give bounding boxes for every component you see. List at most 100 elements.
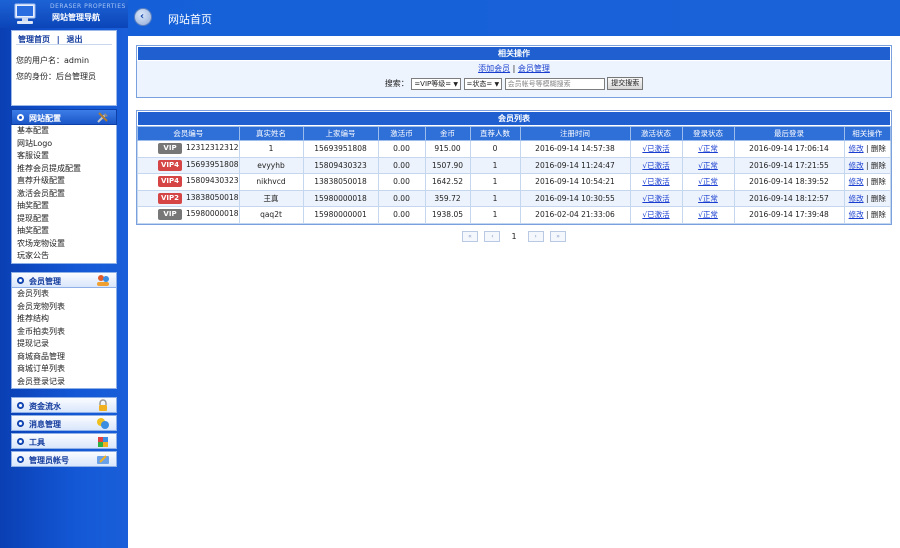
menu-item[interactable]: 商城订单列表 xyxy=(12,363,116,376)
menu-item[interactable]: 网站Logo xyxy=(12,138,116,151)
message-icon xyxy=(97,418,109,429)
dropdown-arrow-icon: ▼ xyxy=(453,80,458,88)
search-submit-button[interactable]: 提交搜索 xyxy=(607,77,644,90)
menu-item[interactable]: 提现配置 xyxy=(12,213,116,226)
login-status-link[interactable]: √正常 xyxy=(698,210,718,219)
delete-link[interactable]: 删除 xyxy=(871,210,886,219)
menu-header-member-manage[interactable]: 会员管理 xyxy=(11,272,117,288)
menu-item[interactable]: 金币拍卖列表 xyxy=(12,326,116,339)
pagination: « ‹ 1 › » xyxy=(136,231,892,242)
column-header: 真实姓名 xyxy=(238,126,304,141)
activation-status-link[interactable]: √已激活 xyxy=(642,194,669,203)
first-page-button[interactable]: « xyxy=(461,231,478,242)
direct-referrals-cell: 1 xyxy=(469,189,521,207)
edit-link[interactable]: 修改 xyxy=(849,210,864,219)
vip-badge: VIP4 xyxy=(158,176,182,188)
real-name-cell: qaq2t xyxy=(238,206,304,224)
activation-status-link[interactable]: √已激活 xyxy=(642,177,669,186)
menu-header-message[interactable]: 消息管理 xyxy=(11,415,117,431)
last-login-cell: 2016-09-14 18:39:52 xyxy=(733,173,845,191)
menu-item[interactable]: 会员列表 xyxy=(12,288,116,301)
menu-item[interactable]: 玩家公告 xyxy=(12,250,116,263)
login-status-link[interactable]: √正常 xyxy=(698,177,718,186)
member-id-cell: VIP4 15693951808 xyxy=(137,156,240,174)
menu-item[interactable]: 直荐升级配置 xyxy=(12,175,116,188)
column-header: 最后登录 xyxy=(733,126,845,141)
edit-link[interactable]: 修改 xyxy=(849,177,864,186)
register-time-cell: 2016-09-14 10:54:21 xyxy=(519,173,631,191)
next-page-button[interactable]: › xyxy=(527,231,544,242)
users-icon xyxy=(97,275,109,286)
menu-item[interactable]: 抽奖配置 xyxy=(12,225,116,238)
menu-item[interactable]: 激活会员配置 xyxy=(12,188,116,201)
actions-cell: 修改 | 删除 xyxy=(843,189,891,207)
gold-cell: 1938.05 xyxy=(424,206,471,224)
menu-header-admin-account[interactable]: 管理员帐号 xyxy=(11,451,117,467)
column-header: 激活币 xyxy=(377,126,426,141)
menu-header-site-config[interactable]: 网站配置 xyxy=(11,109,117,125)
real-name-cell: 王真 xyxy=(238,189,304,207)
activation-coin-cell: 0.00 xyxy=(377,189,426,207)
delete-link[interactable]: 删除 xyxy=(871,194,886,203)
menu-item[interactable]: 会员宠物列表 xyxy=(12,301,116,314)
login-status-link[interactable]: √正常 xyxy=(698,144,718,153)
add-member-link[interactable]: 添加会员 xyxy=(478,64,510,73)
delete-link[interactable]: 删除 xyxy=(871,161,886,170)
delete-link[interactable]: 删除 xyxy=(871,144,886,153)
activation-coin-cell: 0.00 xyxy=(377,206,426,224)
edit-link[interactable]: 修改 xyxy=(849,144,864,153)
gold-cell: 1642.52 xyxy=(424,173,471,191)
top-bar: ‹ 网站首页 xyxy=(128,0,900,36)
prev-page-button[interactable]: ‹ xyxy=(484,231,501,242)
column-header: 上家编号 xyxy=(302,126,379,141)
table-header-row: 会员编号 真实姓名 上家编号 激活币 金币 直荐人数 注册时间 激活状态 登录状… xyxy=(137,126,891,141)
menu-item[interactable]: 抽奖配置 xyxy=(12,200,116,213)
operations-body: 添加会员 | 会员管理 搜索： =VIP等级= ▼ =状态= ▼ 会员帐号等模糊… xyxy=(137,61,891,97)
admin-icon xyxy=(97,455,109,464)
current-page[interactable]: 1 xyxy=(507,231,521,242)
edit-link[interactable]: 修改 xyxy=(849,194,864,203)
login-status-link[interactable]: √正常 xyxy=(698,194,718,203)
last-login-cell: 2016-09-14 17:39:48 xyxy=(733,206,845,224)
member-id: 15809430323 xyxy=(186,176,239,186)
menu-item[interactable]: 农场宠物设置 xyxy=(12,238,116,251)
menu-header-fund-flow[interactable]: 资金流水 xyxy=(11,397,117,413)
parent-id-cell: 15809430323 xyxy=(302,156,379,174)
vip-level-select[interactable]: =VIP等级= ▼ xyxy=(411,77,461,90)
menu-item[interactable]: 推荐会员提成配置 xyxy=(12,163,116,176)
activation-status-link[interactable]: √已激活 xyxy=(642,144,669,153)
menu-item[interactable]: 会员登录记录 xyxy=(12,376,116,389)
vip-badge: VIP xyxy=(158,209,182,221)
back-button[interactable]: ‹ xyxy=(134,8,152,26)
search-input[interactable]: 会员帐号等模糊搜索 xyxy=(504,77,605,90)
real-name-cell: nikhvcd xyxy=(238,173,304,191)
activation-status-cell: √已激活 xyxy=(629,189,683,207)
status-select[interactable]: =状态= ▼ xyxy=(463,77,503,90)
logout-link[interactable]: 退出 xyxy=(67,35,83,44)
edit-link[interactable]: 修改 xyxy=(849,161,864,170)
table-row: VIP 12312312312 1 15693951808 0.00 915.00 0 201… xyxy=(137,140,891,158)
menu-item[interactable]: 推荐结构 xyxy=(12,313,116,326)
member-id-cell: VIP 15980000018 xyxy=(137,206,240,224)
menu-item[interactable]: 提现记录 xyxy=(12,338,116,351)
menu-item[interactable]: 基本配置 xyxy=(12,125,116,138)
activation-status-link[interactable]: √已激活 xyxy=(642,161,669,170)
member-manage-link[interactable]: 会员管理 xyxy=(518,64,550,73)
activation-status-link[interactable]: √已激活 xyxy=(642,210,669,219)
menu-header-tools[interactable]: 工具 xyxy=(11,433,117,449)
login-status-cell: √正常 xyxy=(681,206,735,224)
register-time-cell: 2016-02-04 21:33:06 xyxy=(519,206,631,224)
last-login-cell: 2016-09-14 17:06:14 xyxy=(733,140,845,158)
bullet-icon xyxy=(17,402,24,409)
admin-home-link[interactable]: 管理首页 xyxy=(18,35,50,44)
login-status-link[interactable]: √正常 xyxy=(698,161,718,170)
menu-item[interactable]: 商城商品管理 xyxy=(12,351,116,364)
last-page-button[interactable]: » xyxy=(550,231,567,242)
delete-link[interactable]: 删除 xyxy=(871,177,886,186)
member-table: 会员编号 真实姓名 上家编号 激活币 金币 直荐人数 注册时间 激活状态 登录状… xyxy=(137,126,891,224)
menu-item[interactable]: 客服设置 xyxy=(12,150,116,163)
menu-title: 网站配置 xyxy=(29,114,61,123)
lock-icon xyxy=(99,399,107,411)
menu-items-site-config: 基本配置 网站Logo 客服设置 推荐会员提成配置 直荐升级配置 激活会员配置 … xyxy=(11,125,117,264)
activation-coin-cell: 0.00 xyxy=(377,140,426,158)
